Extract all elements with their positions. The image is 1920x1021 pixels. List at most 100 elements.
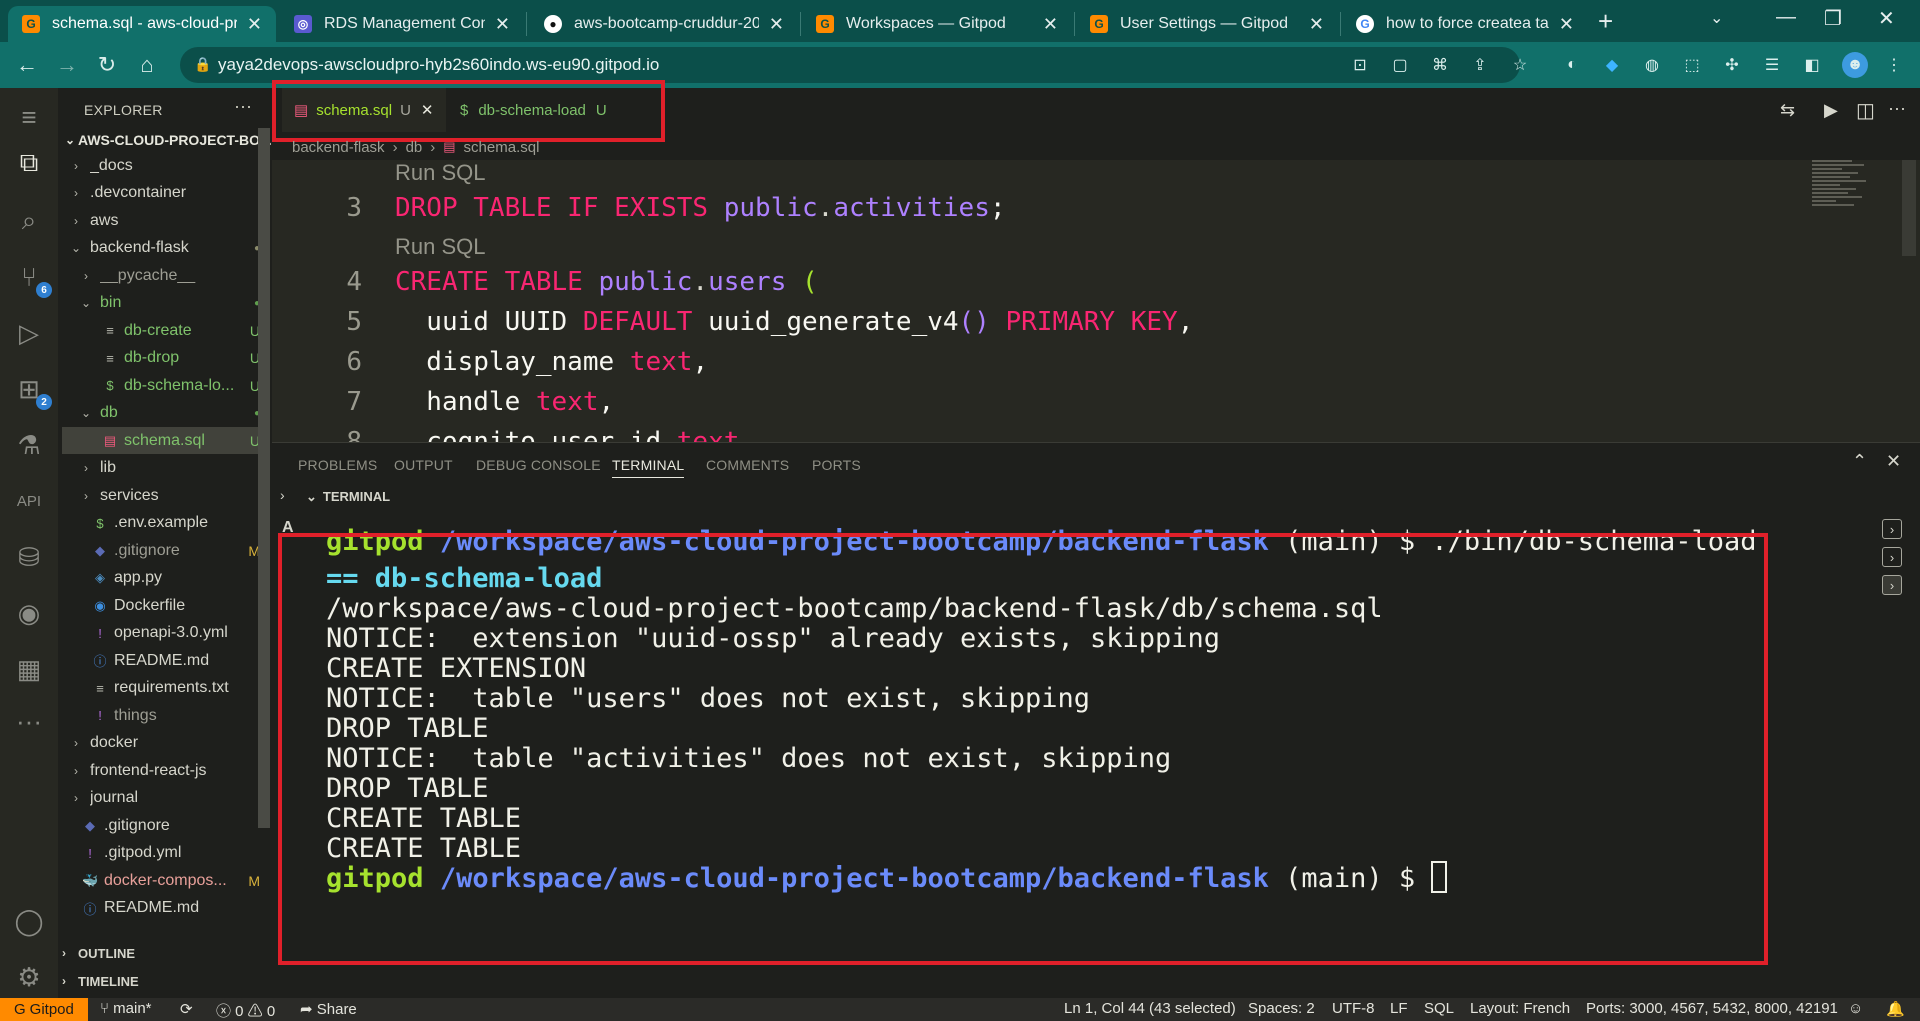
home-icon[interactable]: ⌂ bbox=[132, 50, 162, 80]
browser-tab[interactable]: G how to force createa tables ✕ bbox=[1342, 6, 1588, 42]
chevron-right-icon[interactable]: › bbox=[280, 487, 285, 503]
explorer-more-button[interactable]: ··· bbox=[234, 96, 252, 117]
blocked-popup-icon[interactable]: ⊡ bbox=[1350, 55, 1370, 75]
timeline-section[interactable]: › TIMELINE bbox=[62, 969, 262, 993]
tree-file[interactable]: ⓘ README.md bbox=[62, 647, 260, 674]
database-icon[interactable]: ⛁ bbox=[12, 540, 46, 574]
notifications-bell-icon[interactable]: 🔔 bbox=[1886, 1000, 1905, 1018]
terminal-instance-icon[interactable]: › bbox=[1882, 519, 1902, 539]
translate-icon[interactable]: ⌘ bbox=[1430, 55, 1450, 75]
explorer-icon[interactable]: ⧉ bbox=[12, 146, 46, 180]
browser-tab[interactable]: G User Settings — Gitpod ✕ bbox=[1076, 6, 1338, 42]
terminal-section-header[interactable]: ⌄ TERMINAL bbox=[306, 489, 390, 505]
editor-scrollbar[interactable] bbox=[1902, 160, 1916, 256]
tab-debug-console[interactable]: DEBUG CONSOLE bbox=[476, 457, 601, 473]
side-panel-icon[interactable]: ◧ bbox=[1802, 55, 1822, 75]
tree-file[interactable]: ≡ db-drop U bbox=[62, 345, 260, 372]
extension-icon[interactable]: ◆ bbox=[1602, 55, 1622, 75]
keyboard-layout[interactable]: Layout: French bbox=[1470, 1000, 1570, 1017]
tree-folder[interactable]: › services bbox=[62, 482, 260, 509]
avatar[interactable]: ☻ bbox=[1842, 52, 1868, 78]
run-sql-codelens[interactable]: Run SQL bbox=[395, 234, 486, 262]
minimize-icon[interactable]: — bbox=[1776, 6, 1796, 29]
run-sql-codelens[interactable]: Run SQL bbox=[395, 160, 486, 188]
tree-file[interactable]: ◉ Dockerfile bbox=[62, 592, 260, 619]
tree-file[interactable]: ◆ .gitignore M bbox=[62, 537, 260, 564]
tree-file[interactable]: ◆ .gitignore bbox=[62, 812, 260, 839]
close-tab-icon[interactable]: ✕ bbox=[495, 14, 510, 35]
terminal-instance-icon[interactable]: › bbox=[1882, 547, 1902, 567]
tree-file[interactable]: 🐳 docker-compos... M bbox=[62, 867, 260, 894]
tree-file[interactable]: $ .env.example bbox=[62, 510, 260, 537]
close-tab-icon[interactable]: ✕ bbox=[1559, 14, 1574, 35]
encoding[interactable]: UTF-8 bbox=[1332, 1000, 1375, 1017]
extension-icon[interactable]: ◐ bbox=[1562, 55, 1582, 75]
more-icon[interactable]: ··· bbox=[12, 704, 46, 738]
api-icon[interactable]: API bbox=[12, 484, 46, 518]
browser-tab[interactable]: G schema.sql - aws-cloud-pro ✕ bbox=[8, 6, 276, 42]
tree-folder[interactable]: › journal bbox=[62, 785, 260, 812]
maximize-panel-icon[interactable]: ⌃ bbox=[1852, 451, 1867, 472]
extensions-puzzle-icon[interactable]: ✣ bbox=[1722, 55, 1742, 75]
tree-folder[interactable]: › lib bbox=[62, 455, 260, 482]
minimap[interactable] bbox=[1812, 160, 1876, 220]
github-icon[interactable]: ◉ bbox=[12, 596, 46, 630]
tree-folder[interactable]: › __pycache__ bbox=[62, 262, 260, 289]
testing-icon[interactable]: ⚗ bbox=[12, 428, 46, 462]
tree-file[interactable]: ◈ app.py bbox=[62, 565, 260, 592]
tab-ports[interactable]: PORTS bbox=[812, 457, 861, 473]
menu-icon[interactable]: ≡ bbox=[12, 100, 46, 134]
new-tab-button[interactable]: + bbox=[1598, 6, 1613, 37]
tab-search-icon[interactable]: ⌄ bbox=[1710, 8, 1723, 28]
close-window-icon[interactable]: ✕ bbox=[1878, 6, 1895, 31]
split-editor-icon[interactable]: ◫ bbox=[1856, 98, 1875, 123]
forward-icon[interactable]: → bbox=[52, 50, 82, 80]
tree-folder[interactable]: ⌄ bin ● bbox=[62, 290, 260, 317]
terminal-instance-icon[interactable]: › bbox=[1882, 575, 1902, 595]
reading-list-icon[interactable]: ☰ bbox=[1762, 55, 1782, 75]
tree-file[interactable]: ⓘ README.md bbox=[62, 895, 260, 922]
tree-folder[interactable]: › .devcontainer bbox=[62, 180, 260, 207]
close-tab-icon[interactable]: ✕ bbox=[769, 14, 784, 35]
compare-changes-icon[interactable]: ⇆ bbox=[1780, 100, 1795, 121]
browser-tab[interactable]: ◎ RDS Management Console ✕ bbox=[280, 6, 524, 42]
tab-output[interactable]: OUTPUT bbox=[394, 457, 453, 473]
share-button[interactable]: ➦ Share bbox=[300, 1000, 357, 1018]
tab-comments[interactable]: COMMENTS bbox=[706, 457, 789, 473]
tree-folder[interactable]: ⌄ db ● bbox=[62, 400, 260, 427]
outline-section[interactable]: › OUTLINE bbox=[62, 941, 262, 965]
account-icon[interactable]: ◯ bbox=[12, 904, 46, 938]
tree-folder[interactable]: › _docs bbox=[62, 152, 260, 179]
tree-file[interactable]: ≡ db-create U bbox=[62, 317, 260, 344]
tree-file[interactable]: ▤ schema.sql U bbox=[62, 427, 260, 454]
editor-more-icon[interactable]: ··· bbox=[1888, 98, 1906, 119]
search-icon[interactable]: ⌕ bbox=[12, 204, 46, 238]
restore-icon[interactable]: ❐ bbox=[1824, 6, 1842, 31]
settings-gear-icon[interactable]: ⚙ bbox=[12, 960, 46, 994]
ports-indicator[interactable]: Ports: 3000, 4567, 5432, 8000, 42191 bbox=[1586, 1000, 1838, 1017]
lock-icon[interactable]: 🔒 bbox=[194, 56, 211, 73]
breadcrumb-item[interactable]: db bbox=[406, 139, 423, 156]
branch-indicator[interactable]: ⑂ main* bbox=[100, 1000, 152, 1017]
run-icon[interactable]: ▶ bbox=[1824, 100, 1838, 121]
browser-menu-icon[interactable]: ⋮ bbox=[1884, 55, 1904, 75]
back-icon[interactable]: ← bbox=[12, 50, 42, 80]
tree-folder[interactable]: ⌄ backend-flask ● bbox=[62, 235, 260, 262]
docker-icon[interactable]: ▦ bbox=[12, 652, 46, 686]
workspace-root[interactable]: ⌄ AWS-CLOUD-PROJECT-BO... bbox=[62, 128, 272, 152]
extensions-icon[interactable]: ⊞ 2 bbox=[12, 372, 52, 410]
close-panel-icon[interactable]: ✕ bbox=[1886, 451, 1901, 472]
run-debug-icon[interactable]: ▷ bbox=[12, 316, 46, 350]
clipboard-icon[interactable]: ▢ bbox=[1390, 55, 1410, 75]
bookmark-star-icon[interactable]: ☆ bbox=[1510, 55, 1530, 75]
address-bar[interactable]: 🔒 yaya2devops-awscloudpro-hyb2s60indo.ws… bbox=[180, 47, 1520, 83]
source-control-icon[interactable]: ⑂ 6 bbox=[12, 260, 52, 298]
tree-file[interactable]: ! openapi-3.0.yml bbox=[62, 620, 260, 647]
tree-file[interactable]: ! things bbox=[62, 702, 260, 729]
tree-folder[interactable]: › frontend-react-js bbox=[62, 757, 260, 784]
close-tab-icon[interactable]: ✕ bbox=[1309, 14, 1324, 35]
breadcrumb-item[interactable]: backend-flask bbox=[292, 139, 385, 156]
browser-tab[interactable]: G Workspaces — Gitpod ✕ bbox=[802, 6, 1072, 42]
tree-file[interactable]: ! .gitpod.yml bbox=[62, 840, 260, 867]
reload-icon[interactable]: ↻ bbox=[92, 50, 122, 80]
